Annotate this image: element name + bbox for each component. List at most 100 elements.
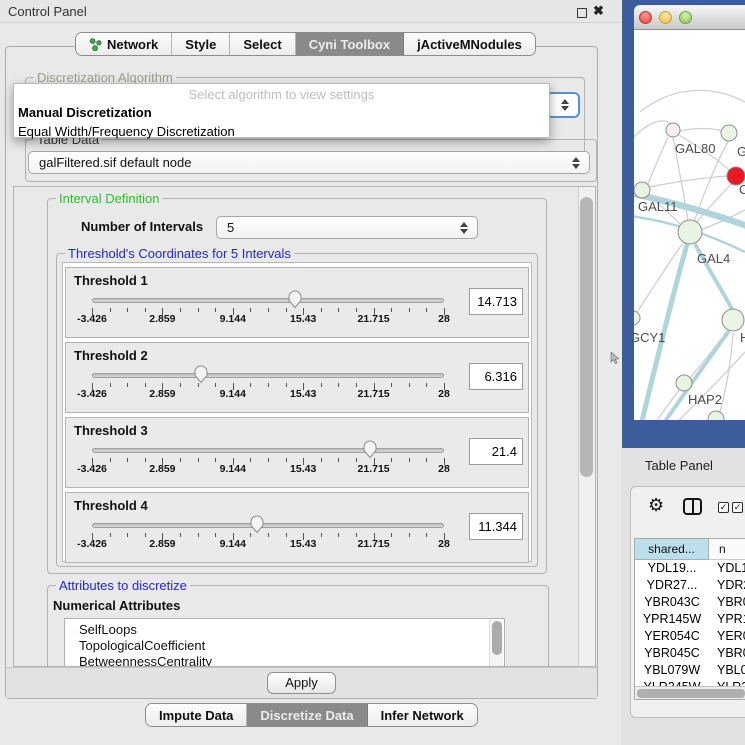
attribute-item-selfloops[interactable]: SelfLoops [65, 622, 504, 638]
columns-icon[interactable] [683, 498, 702, 515]
tick-mark [391, 383, 392, 387]
tick-label: 28 [438, 463, 450, 475]
threshold-panel-4: Threshold 4-3.4262.8599.14415.4321.71528… [65, 492, 529, 563]
tab-network[interactable]: Network [76, 33, 172, 55]
network-node[interactable] [722, 309, 744, 331]
tab-infer-network[interactable]: Infer Network [368, 704, 477, 726]
tick-mark [180, 383, 181, 387]
tick-mark [215, 383, 216, 387]
table-panel-title: Table Panel [645, 458, 713, 473]
tick-label: -3.426 [77, 388, 107, 400]
tab-impute-data[interactable]: Impute Data [146, 704, 247, 726]
checkbox-icon[interactable]: ✓ [718, 502, 729, 513]
tab-select[interactable]: Select [230, 33, 295, 55]
attribute-item-topologicalcoefficient[interactable]: TopologicalCoefficient [65, 638, 504, 654]
close-traffic-light-icon[interactable] [639, 11, 652, 24]
slider-thumb[interactable] [362, 439, 378, 459]
tick-mark [356, 533, 357, 537]
slider-thumb[interactable] [193, 364, 209, 384]
tab-label: Network [107, 37, 158, 52]
table-row[interactable]: YDL19...YDL1 [635, 561, 745, 578]
network-node[interactable] [721, 125, 737, 141]
slider-track[interactable] [92, 448, 444, 453]
horizontal-scrollbar-thumb[interactable] [637, 689, 745, 698]
table-row[interactable]: YBR043CYBR0 [635, 595, 745, 612]
tick-label: 21.715 [358, 538, 390, 550]
algorithm-combobox[interactable] [546, 92, 580, 118]
tick-mark [127, 308, 128, 312]
tick-label: 15.43 [290, 388, 316, 400]
tab-cyni-toolbox[interactable]: Cyni Toolbox [296, 33, 404, 55]
network-view-canvas[interactable]: GAL80GACGAL11GAL4GCY1HHAP2 [634, 30, 745, 420]
window-title: Control Panel [8, 4, 87, 19]
network-node[interactable] [634, 182, 650, 198]
stepper-icon [460, 222, 468, 234]
thresholds-list: Threshold 1-3.4262.8599.14415.4321.71528… [62, 262, 532, 562]
network-node[interactable] [708, 411, 724, 420]
column-header-name[interactable]: n [709, 539, 745, 560]
table-row[interactable]: YER054CYER0 [635, 629, 745, 646]
table-row[interactable]: YBR045CYBR0 [635, 646, 745, 663]
minimize-traffic-light-icon[interactable] [659, 11, 672, 24]
tab-jactivemnodules[interactable]: jActiveMNodules [404, 33, 535, 55]
table-data-combobox[interactable]: galFiltered.sif default node [28, 151, 590, 174]
column-header-shared[interactable]: shared... [635, 539, 709, 560]
horizontal-scrollbar[interactable] [635, 686, 745, 699]
tick-mark [426, 308, 427, 312]
tick-mark [268, 308, 269, 312]
close-icon[interactable]: ✖ [593, 3, 604, 19]
gear-icon[interactable]: ⚙ [648, 495, 664, 515]
tab-discretize-data[interactable]: Discretize Data [247, 704, 367, 726]
node-label: C [739, 182, 745, 197]
tick-label: 9.144 [220, 313, 246, 325]
cyni-mode-tabs: Impute DataDiscretize DataInfer Network [145, 703, 478, 727]
network-node[interactable] [634, 311, 640, 325]
checkbox-icon[interactable]: ✓ [732, 502, 743, 513]
tick-mark [356, 308, 357, 312]
tick-mark [409, 383, 410, 387]
float-window-icon[interactable] [577, 8, 587, 18]
tick-mark [321, 458, 322, 462]
numerical-attributes-list[interactable]: SelfLoopsTopologicalCoefficientBetweenne… [64, 618, 505, 667]
threshold-value-field[interactable]: 11.344 [469, 513, 523, 540]
slider-thumb[interactable] [249, 514, 265, 534]
tab-style[interactable]: Style [172, 33, 230, 55]
tick-mark [127, 533, 128, 537]
network-node[interactable] [676, 375, 692, 391]
slider-track[interactable] [92, 373, 444, 378]
table-row[interactable]: YPR145WYPR1 [635, 612, 745, 629]
number-of-intervals-value: 5 [227, 220, 234, 235]
network-node[interactable] [678, 220, 702, 244]
tick-mark [356, 458, 357, 462]
threshold-label: Threshold 1 [74, 273, 148, 288]
attribute-item-betweennesscentrality[interactable]: BetweennessCentrality [65, 654, 504, 667]
table-row[interactable]: YBL079WYBL0 [635, 663, 745, 680]
slider-track[interactable] [92, 523, 444, 528]
algorithm-option-equal-width-frequency-discretization[interactable]: Equal Width/Frequency Discretization [14, 122, 549, 141]
stepper-icon [572, 157, 580, 169]
interval-definition-group: Interval Definition Number of Intervals … [47, 198, 547, 574]
thresholds-group-title: Threshold's Coordinates for 5 Intervals [65, 246, 294, 261]
threshold-value-field[interactable]: 14.713 [469, 288, 523, 315]
tick-mark [338, 533, 339, 537]
zoom-traffic-light-icon[interactable] [679, 11, 692, 24]
vertical-scrollbar-thumb[interactable] [580, 197, 593, 477]
algorithm-option-manual-discretization[interactable]: Manual Discretization [14, 103, 549, 122]
node-label: HAP2 [688, 392, 722, 407]
tick-mark [338, 308, 339, 312]
attributes-scrollbar-thumb[interactable] [492, 621, 502, 655]
apply-button[interactable]: Apply [267, 672, 336, 694]
cell-shared-name: YBR045C [635, 646, 709, 660]
threshold-value-field[interactable]: 6.316 [469, 363, 523, 390]
attributes-scrollbar[interactable] [489, 620, 503, 667]
tick-label: 15.43 [290, 313, 316, 325]
table-row[interactable]: YDR27...YDR2 [635, 578, 745, 595]
threshold-value-field[interactable]: 21.4 [469, 438, 523, 465]
tick-mark [180, 533, 181, 537]
tick-mark [391, 458, 392, 462]
tick-mark [321, 533, 322, 537]
slider-thumb[interactable] [287, 289, 303, 309]
network-node[interactable] [666, 123, 680, 137]
slider-track[interactable] [92, 298, 444, 303]
number-of-intervals-combobox[interactable]: 5 [216, 216, 478, 239]
